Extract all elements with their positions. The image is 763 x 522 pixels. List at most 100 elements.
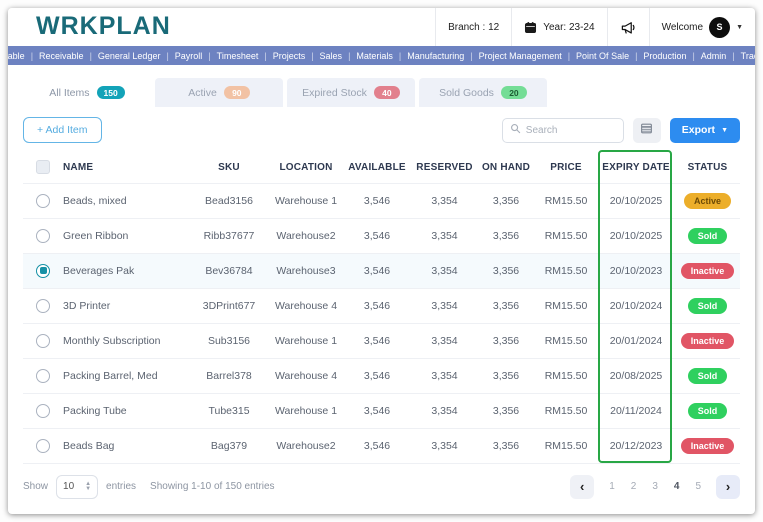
nav-item-payroll[interactable]: Payroll bbox=[169, 51, 209, 61]
welcome-label: Welcome bbox=[661, 21, 704, 33]
nav-item-manufacturing[interactable]: Manufacturing bbox=[401, 51, 470, 61]
tab-sold-goods[interactable]: Sold Goods 20 bbox=[419, 78, 547, 107]
cell-reserved: 3,354 bbox=[412, 392, 477, 428]
table-row[interactable]: Green Ribbon Ribb37677 Warehouse2 3,546 3,35… bbox=[23, 217, 740, 253]
stepper-icon: ▲ ▼ bbox=[85, 480, 92, 492]
nav-item-sales[interactable]: Sales bbox=[314, 51, 349, 61]
toolbar-right: Export ▼ bbox=[501, 117, 740, 143]
search-input[interactable] bbox=[525, 124, 616, 136]
page-number-5[interactable]: 5 bbox=[695, 481, 701, 492]
cell-expiry: 20/12/2023 bbox=[597, 427, 675, 463]
cell-on_hand: 3,356 bbox=[477, 427, 535, 463]
tab-count-badge: 90 bbox=[223, 86, 250, 99]
entries-label: entries bbox=[106, 481, 137, 492]
row-radio[interactable] bbox=[36, 368, 50, 383]
cell-location: Warehouse 1 bbox=[270, 182, 342, 218]
toolbar: + Add Item Search Export ▼ bbox=[23, 117, 740, 143]
cell-location: Warehouse 4 bbox=[270, 287, 342, 323]
row-select-cell bbox=[23, 392, 63, 428]
year-selector[interactable]: Year: 23-24 bbox=[511, 8, 606, 46]
table-row[interactable]: 3D Printer 3DPrint677 Warehouse 4 3,546 3,35… bbox=[23, 287, 740, 323]
cell-reserved: 3,354 bbox=[412, 252, 477, 288]
cell-name: Packing Tube bbox=[63, 392, 188, 428]
cell-on_hand: 3,356 bbox=[477, 322, 535, 358]
row-radio[interactable] bbox=[36, 263, 50, 278]
tab-count-badge: 40 bbox=[373, 86, 400, 99]
nav-item-project-management[interactable]: Project Management bbox=[473, 51, 568, 61]
cell-expiry: 20/11/2024 bbox=[597, 392, 675, 428]
cell-price: RM15.50 bbox=[535, 217, 597, 253]
nav-item-production[interactable]: Production bbox=[637, 51, 692, 61]
row-radio[interactable] bbox=[36, 228, 50, 243]
show-label: Show bbox=[23, 481, 49, 492]
tab-count-badge: 150 bbox=[96, 86, 125, 99]
status-badge: Sold bbox=[687, 227, 728, 244]
nav-item-admin[interactable]: Admin bbox=[695, 51, 733, 61]
cell-expiry: 20/10/2025 bbox=[597, 217, 675, 253]
cell-sku: Bev36784 bbox=[188, 252, 270, 288]
inventory-tabs: All Items 150 Active 90 Expired Stock 40 Sold … bbox=[23, 78, 740, 107]
tab-active[interactable]: Active 90 bbox=[155, 78, 283, 107]
cell-reserved: 3,354 bbox=[412, 322, 477, 358]
cell-available: 3,546 bbox=[342, 322, 412, 358]
cell-status: Sold bbox=[675, 357, 740, 393]
branch-indicator: Branch : 12 bbox=[435, 8, 511, 46]
table-row[interactable]: Monthly Subscription Sub3156 Warehouse 1 3,… bbox=[23, 322, 740, 358]
row-radio[interactable] bbox=[36, 438, 50, 453]
row-select-cell bbox=[23, 217, 63, 253]
cell-on_hand: 3,356 bbox=[477, 357, 535, 393]
status-badge: Sold bbox=[687, 402, 728, 419]
nav-item-trading[interactable]: Trading bbox=[735, 51, 755, 61]
row-radio[interactable] bbox=[36, 403, 50, 418]
cell-name: Beverages Pak bbox=[63, 252, 188, 288]
select-all-checkbox[interactable] bbox=[36, 160, 50, 175]
cell-available: 3,546 bbox=[342, 287, 412, 323]
page-size-select[interactable]: 10 ▲ ▼ bbox=[56, 474, 99, 499]
nav-item-projects[interactable]: Projects bbox=[267, 51, 312, 61]
cell-price: RM15.50 bbox=[535, 182, 597, 218]
megaphone-icon bbox=[620, 20, 637, 35]
table-row[interactable]: Packing Barrel, Med Barrel378 Warehouse 43… bbox=[23, 357, 740, 393]
page-number-2[interactable]: 2 bbox=[631, 481, 637, 492]
page-number-4[interactable]: 4 bbox=[674, 481, 680, 492]
cell-status: Active bbox=[675, 182, 740, 218]
user-menu[interactable]: Welcome S ▼ bbox=[648, 8, 755, 46]
row-radio[interactable] bbox=[36, 298, 50, 313]
select-all-header bbox=[23, 152, 63, 183]
column-settings-button[interactable] bbox=[632, 117, 661, 143]
table-row[interactable]: Beverages Pak Bev36784 Warehouse3 3,546 3,35… bbox=[23, 252, 740, 288]
page-number-1[interactable]: 1 bbox=[609, 481, 615, 492]
nav-item-timesheet[interactable]: Timesheet bbox=[211, 51, 265, 61]
calendar-icon bbox=[524, 21, 537, 34]
page-number-3[interactable]: 3 bbox=[652, 481, 658, 492]
table-row[interactable]: Packing Tube Tube315 Warehouse 1 3,546 3,354… bbox=[23, 392, 740, 428]
cell-price: RM15.50 bbox=[535, 252, 597, 288]
row-radio[interactable] bbox=[36, 333, 50, 348]
add-item-button[interactable]: + Add Item bbox=[23, 117, 102, 143]
tab-all-items[interactable]: All Items 150 bbox=[23, 78, 151, 107]
tab-label: Expired Stock bbox=[302, 86, 367, 99]
status-badge: Inactive bbox=[680, 437, 735, 454]
next-page-button[interactable]: › bbox=[716, 474, 740, 499]
column-header-expiry-date: EXPIRY DATE bbox=[602, 161, 670, 173]
table-body: Beads, mixed Bead3156 Warehouse 1 3,546 3,35… bbox=[23, 182, 740, 463]
tab-expired-stock[interactable]: Expired Stock 40 bbox=[287, 78, 415, 107]
nav-item-receivable[interactable]: Receivable bbox=[33, 51, 90, 61]
cell-sku: Ribb37677 bbox=[188, 217, 270, 253]
row-radio[interactable] bbox=[36, 193, 50, 208]
nav-item-payable[interactable]: Payable bbox=[8, 51, 31, 61]
table-row[interactable]: Beads, mixed Bead3156 Warehouse 1 3,546 3,35… bbox=[23, 182, 740, 218]
announcements-button[interactable] bbox=[606, 8, 649, 46]
cell-sku: Bead3156 bbox=[188, 182, 270, 218]
status-badge: Sold bbox=[687, 297, 728, 314]
tab-label: Active bbox=[188, 86, 217, 99]
cell-location: Warehouse2 bbox=[270, 427, 342, 463]
table-row[interactable]: Beads Bag Bag379 Warehouse2 3,546 3,354 3,356… bbox=[23, 427, 740, 463]
prev-page-button[interactable]: ‹ bbox=[570, 474, 595, 499]
export-button[interactable]: Export ▼ bbox=[669, 117, 740, 143]
nav-item-general-ledger[interactable]: General Ledger bbox=[92, 51, 167, 61]
nav-item-materials[interactable]: Materials bbox=[350, 51, 399, 61]
nav-item-point-of-sale[interactable]: Point Of Sale bbox=[570, 51, 635, 61]
cell-name: Beads, mixed bbox=[63, 182, 188, 218]
column-header-available: AVAILABLE bbox=[348, 161, 406, 173]
